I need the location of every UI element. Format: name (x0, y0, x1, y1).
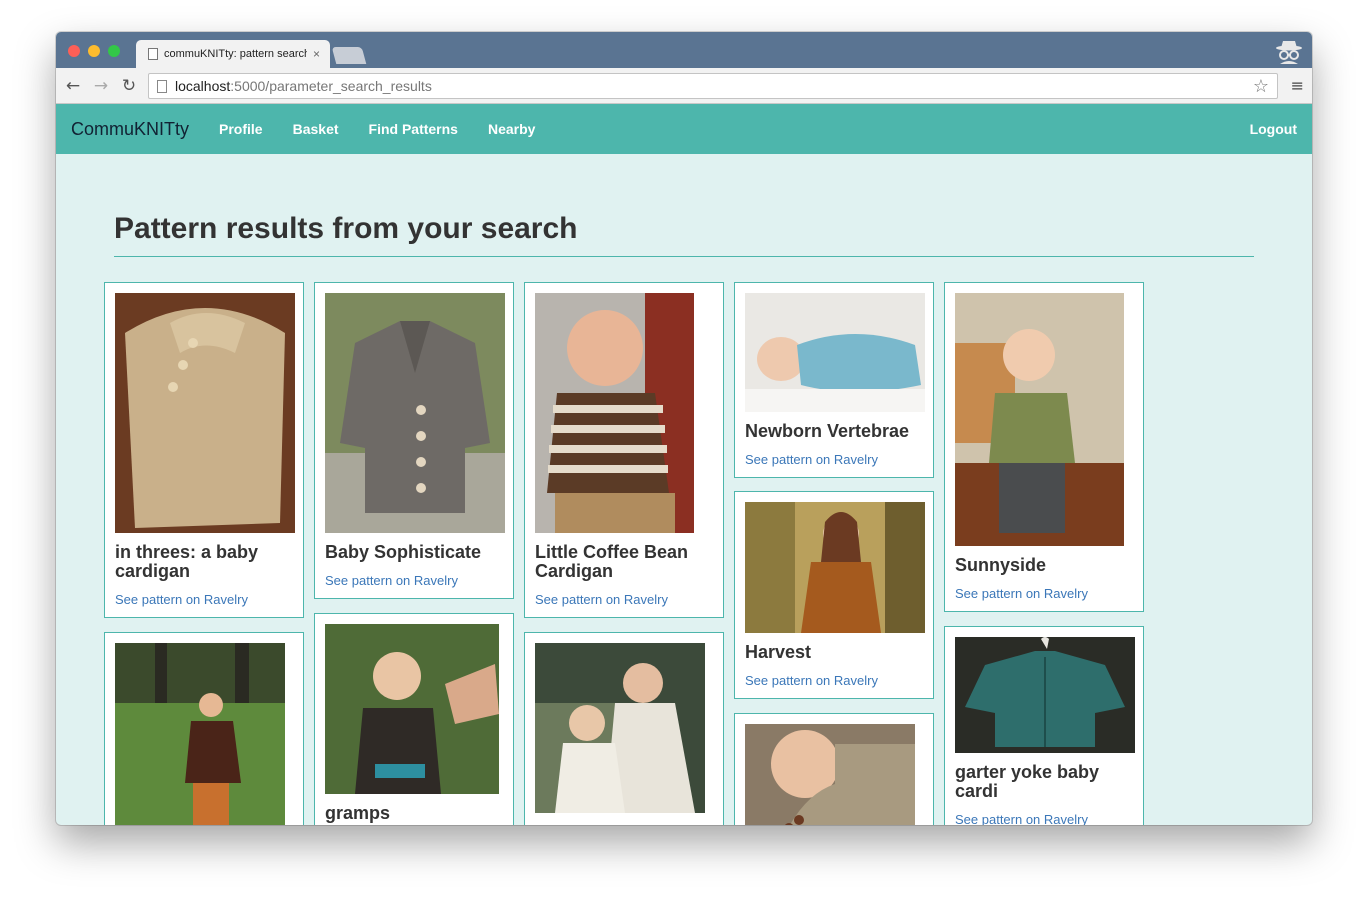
nav-find-patterns[interactable]: Find Patterns (369, 121, 458, 137)
brand-logo[interactable]: CommuKNITty (71, 119, 189, 140)
title-bar: commuKNITty: pattern search results × (56, 32, 1312, 68)
bookmark-star-icon[interactable]: ☆ (1253, 76, 1269, 97)
minimize-window-button[interactable] (88, 45, 100, 57)
pattern-photo[interactable] (745, 293, 925, 412)
pattern-title[interactable]: Newborn Vertebrae (745, 422, 923, 441)
browser-toolbar: ← → ↻ localhost:5000/parameter_search_re… (56, 68, 1312, 104)
zoom-window-button[interactable] (108, 45, 120, 57)
pattern-title[interactable]: in threes: a baby cardigan (115, 543, 293, 581)
browser-window: commuKNITty: pattern search results × ← … (56, 32, 1312, 825)
pattern-card: gramps (314, 613, 514, 825)
menu-icon[interactable]: ≡ (1291, 76, 1304, 95)
pattern-card (734, 713, 934, 825)
page-icon (157, 79, 167, 93)
pattern-card: in threes: a baby cardigan See pattern o… (104, 282, 304, 618)
nav-basket[interactable]: Basket (293, 121, 339, 137)
back-icon[interactable]: ← (63, 76, 83, 96)
pattern-card: Newborn Vertebrae See pattern on Ravelry (734, 282, 934, 478)
address-bar[interactable]: localhost:5000/parameter_search_results … (148, 73, 1278, 99)
nav-nearby[interactable]: Nearby (488, 121, 535, 137)
pattern-photo[interactable] (745, 502, 925, 633)
close-window-button[interactable] (68, 45, 80, 57)
pattern-card: Sunnyside See pattern on Ravelry (944, 282, 1144, 612)
ravelry-link[interactable]: See pattern on Ravelry (535, 592, 713, 607)
tab-close-icon[interactable]: × (313, 47, 320, 61)
pattern-title[interactable]: Baby Sophisticate (325, 543, 503, 562)
tab-title: commuKNITty: pattern search results (164, 48, 307, 60)
ravelry-link[interactable]: See pattern on Ravelry (745, 452, 923, 467)
pattern-title[interactable]: Little Coffee Bean Cardigan (535, 543, 713, 581)
pattern-photo[interactable] (745, 724, 915, 825)
incognito-icon (1276, 41, 1302, 64)
nav-logout[interactable]: Logout (1250, 121, 1297, 137)
reload-icon[interactable]: ↻ (119, 76, 139, 96)
pattern-photo[interactable] (115, 293, 295, 533)
page-icon (148, 48, 158, 60)
ravelry-link[interactable]: See pattern on Ravelry (955, 812, 1133, 825)
pattern-card (524, 632, 724, 825)
ravelry-link[interactable]: See pattern on Ravelry (745, 673, 923, 688)
url-host: localhost (175, 78, 231, 94)
pattern-photo[interactable] (955, 637, 1135, 753)
pattern-photo[interactable] (325, 624, 499, 794)
pattern-photo[interactable] (535, 643, 705, 813)
pattern-photo[interactable] (115, 643, 285, 825)
pattern-photo[interactable] (955, 293, 1124, 546)
pattern-photo[interactable] (325, 293, 505, 533)
page-title: Pattern results from your search (114, 212, 578, 245)
new-tab-button[interactable] (331, 47, 367, 64)
pattern-title[interactable]: Harvest (745, 643, 923, 662)
pattern-card: Little Coffee Bean Cardigan See pattern … (524, 282, 724, 618)
pattern-card: Harvest See pattern on Ravelry (734, 491, 934, 699)
pattern-card: Baby Sophisticate See pattern on Ravelry (314, 282, 514, 599)
pattern-title[interactable]: garter yoke baby cardi (955, 763, 1133, 801)
ravelry-link[interactable]: See pattern on Ravelry (955, 586, 1133, 601)
pattern-card: garter yoke baby cardi See pattern on Ra… (944, 626, 1144, 825)
site-navbar: CommuKNITty Profile Basket Find Patterns… (56, 104, 1312, 154)
forward-icon[interactable]: → (91, 76, 111, 96)
ravelry-link[interactable]: See pattern on Ravelry (115, 592, 293, 607)
url-path: :5000/parameter_search_results (230, 78, 432, 94)
pattern-photo[interactable] (535, 293, 694, 533)
pattern-title[interactable]: gramps (325, 804, 503, 823)
browser-tab[interactable]: commuKNITty: pattern search results × (136, 40, 330, 68)
nav-profile[interactable]: Profile (219, 121, 263, 137)
heading-divider (114, 256, 1254, 257)
pattern-card (104, 632, 304, 825)
ravelry-link[interactable]: See pattern on Ravelry (325, 573, 503, 588)
pattern-title[interactable]: Sunnyside (955, 556, 1133, 575)
